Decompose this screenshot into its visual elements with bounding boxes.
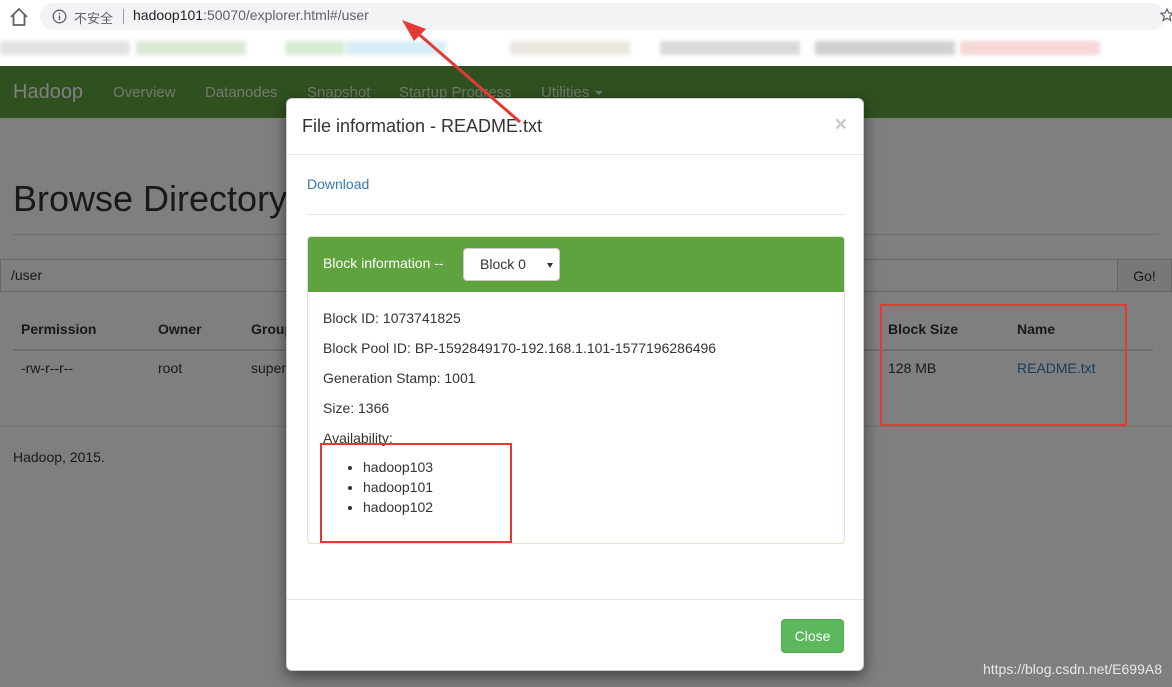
block-pool-id: Block Pool ID: BP-1592849170-192.168.1.1… [323,340,717,356]
divider [123,9,124,24]
bookmark-blurred [815,41,955,55]
bookmark-blurred [510,41,630,55]
block-select[interactable]: Block 0 [463,248,560,281]
url-text[interactable]: hadoop101:50070/explorer.html#/user [133,7,369,23]
bookmark-blurred [346,41,446,55]
file-size: Size: 1366 [323,400,390,416]
bookmark-blurred [285,41,345,55]
close-button[interactable]: Close [781,619,844,653]
browser-toolbar: 不安全 hadoop101:50070/explorer.html#/user [0,0,1172,34]
url-path: :50070/explorer.html#/user [203,7,369,23]
url-host: hadoop101 [133,7,204,23]
star-icon[interactable] [1160,8,1172,22]
watermark: https://blog.csdn.net/E699A8 [982,661,1162,677]
modal-title: File information - README.txt [302,116,543,136]
bookmark-blurred [960,41,1100,55]
block-id: Block ID: 1073741825 [323,310,461,326]
modal-footer-divider [287,599,863,600]
block-select-value: Block 0 [480,256,526,272]
file-information-modal: File information - README.txt × Download… [286,98,864,671]
download-link[interactable]: Download [307,176,369,192]
insecure-label: 不安全 [74,11,114,26]
block-information-label: Block information -- [323,255,444,271]
address-bar[interactable]: 不安全 hadoop101:50070/explorer.html#/user [40,3,1165,30]
generation-stamp: Generation Stamp: 1001 [323,370,476,386]
annotation-box-availability [320,443,512,543]
bookmark-blurred [660,41,800,55]
home-icon[interactable] [8,6,30,28]
modal-header: File information - README.txt × [287,99,863,155]
bookmark-blurred [136,41,246,55]
bookmarks-bar [0,34,1172,66]
close-icon[interactable]: × [835,113,847,137]
bookmark-blurred [0,41,130,55]
info-icon[interactable] [52,9,67,24]
caret-down-icon [547,263,553,268]
annotation-box-columns [880,304,1127,426]
divider [307,214,845,215]
panel-heading: Block information -- Block 0 [308,237,844,292]
